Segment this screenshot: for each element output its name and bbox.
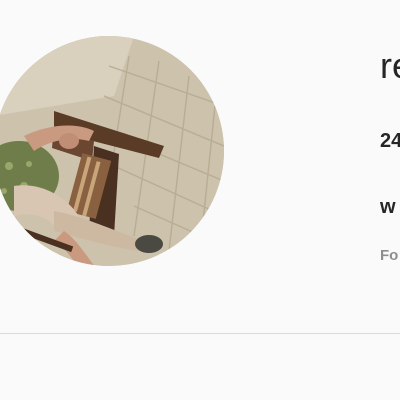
- profile-page: re 24 w Fo: [0, 0, 400, 400]
- followed-by-text[interactable]: Fo: [380, 247, 398, 264]
- profile-avatar[interactable]: [0, 36, 224, 266]
- profile-username: re: [380, 45, 400, 86]
- profile-full-name: w: [380, 196, 396, 218]
- profile-photo-icon: [0, 36, 224, 266]
- posts-count[interactable]: 24: [380, 130, 400, 153]
- profile-divider: [0, 333, 400, 334]
